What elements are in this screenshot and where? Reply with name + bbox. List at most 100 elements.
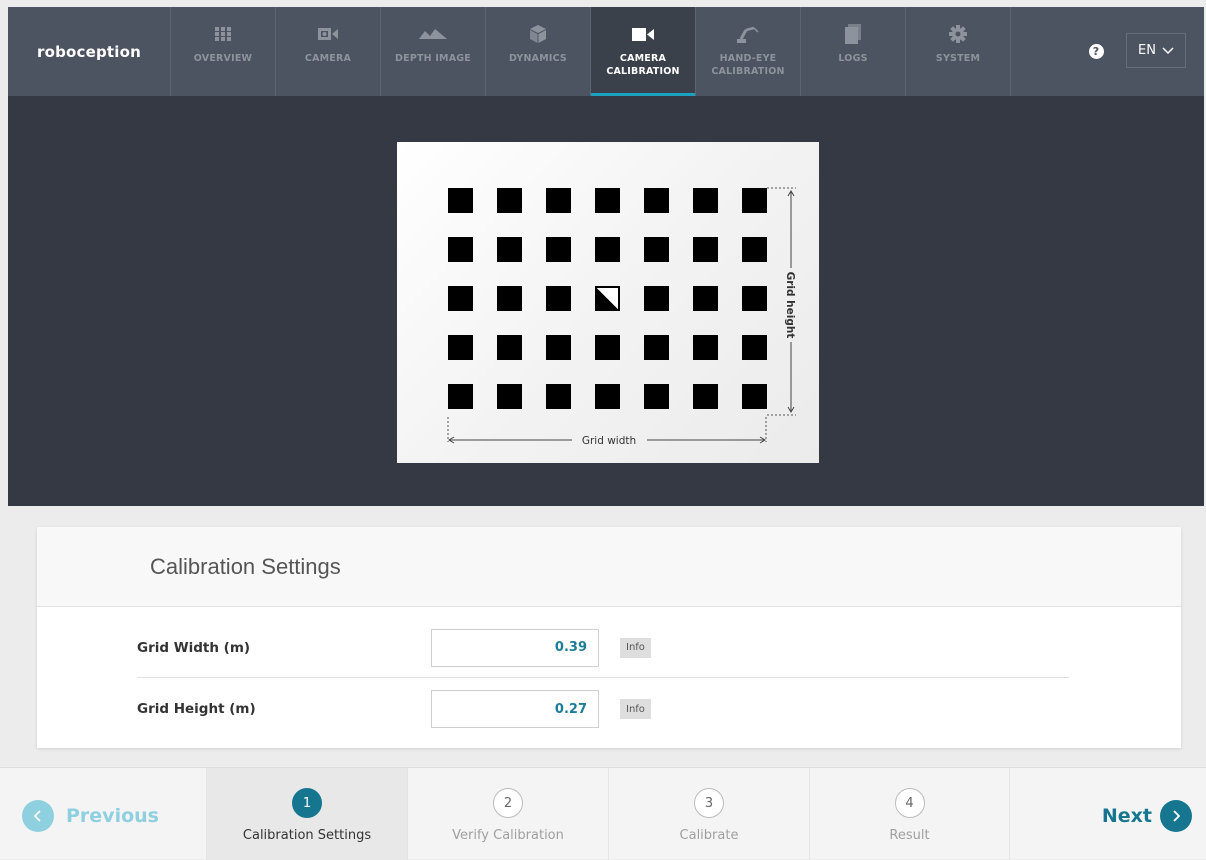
grid-square xyxy=(448,286,473,311)
grid-square xyxy=(546,384,571,409)
grid-square xyxy=(448,384,473,409)
grid-height-label-text: Grid Height (m) xyxy=(137,701,256,717)
grid-square xyxy=(595,384,620,409)
step-number: 2 xyxy=(493,788,523,818)
next-label: Next xyxy=(1101,805,1152,827)
previous-label: Previous xyxy=(66,805,159,827)
grid-width-info-button[interactable]: Info xyxy=(620,637,651,658)
nav-label: HAND-EYE CALIBRATION xyxy=(711,53,785,77)
grid-square xyxy=(546,335,571,360)
nav-depth-image[interactable]: DEPTH IMAGE xyxy=(381,7,486,96)
robot-arm-icon xyxy=(737,23,759,45)
nav-label: OVERVIEW xyxy=(193,53,253,64)
grid-icon xyxy=(215,23,231,45)
brand-logo[interactable]: roboception xyxy=(8,7,171,96)
help-icon: ? xyxy=(1088,44,1104,59)
file-icon xyxy=(845,23,861,45)
camera-icon xyxy=(318,23,338,45)
grid-square xyxy=(497,188,522,213)
grid-square xyxy=(448,188,473,213)
grid-width-label-text: Grid Width (m) xyxy=(137,639,251,656)
grid-square xyxy=(595,237,620,262)
step-label: Calibrate xyxy=(679,828,739,843)
chevron-down-icon xyxy=(1162,46,1174,54)
step-label: Result xyxy=(889,828,930,843)
grid-height-row: Grid Height (m) 0.27 Info xyxy=(137,679,1069,739)
nav-label: DEPTH IMAGE xyxy=(395,53,471,64)
wizard-step-2[interactable]: 2 Verify Calibration xyxy=(407,768,608,860)
grid-height-info-button[interactable]: Info xyxy=(620,699,651,719)
nav-system[interactable]: SYSTEM xyxy=(906,7,1011,96)
video-icon xyxy=(632,23,654,45)
step-number: 1 xyxy=(292,788,322,818)
depth-icon xyxy=(419,23,447,45)
nav-hand-eye-calibration[interactable]: HAND-EYE CALIBRATION xyxy=(696,7,801,96)
grid-width-row: Grid Width (m) 0.39 Info xyxy=(137,618,1069,678)
orientation-marker-square xyxy=(595,286,620,311)
grid-square xyxy=(448,237,473,262)
nav-label: DYNAMICS xyxy=(509,53,567,64)
wizard-step-1[interactable]: 1 Calibration Settings xyxy=(206,768,407,860)
next-button[interactable]: Next xyxy=(1102,800,1192,832)
grid-square xyxy=(742,237,767,262)
calibration-settings-card: Calibration Settings Grid Width (m) 0.39… xyxy=(37,527,1181,748)
chevron-left-icon xyxy=(22,800,54,832)
help-button[interactable]: ? xyxy=(1072,7,1120,96)
language-value: EN xyxy=(1138,43,1156,58)
grid-height-label: Grid height xyxy=(784,272,796,339)
step-number: 3 xyxy=(694,788,724,818)
cube-icon xyxy=(530,23,546,45)
nav-label: SYSTEM xyxy=(935,53,981,64)
grid-square xyxy=(497,335,522,360)
grid-square xyxy=(497,384,522,409)
grid-square xyxy=(644,237,669,262)
nav-label: LOGS xyxy=(838,53,868,64)
grid-square xyxy=(595,188,620,213)
grid-square xyxy=(742,188,767,213)
nav-label: CAMERA CALIBRATION xyxy=(606,53,680,77)
wizard-step-4[interactable]: 4 Result xyxy=(809,768,1010,860)
card-title: Calibration Settings xyxy=(150,553,341,579)
nav-camera-calibration[interactable]: CAMERA CALIBRATION xyxy=(591,7,696,96)
nav-dynamics[interactable]: DYNAMICS xyxy=(486,7,591,96)
grid-square xyxy=(497,286,522,311)
nav-label: CAMERA xyxy=(304,53,352,64)
grid-square xyxy=(742,384,767,409)
nav-camera[interactable]: CAMERA xyxy=(276,7,381,96)
grid-square xyxy=(546,188,571,213)
grid-square xyxy=(742,335,767,360)
grid-square xyxy=(595,335,620,360)
calibration-pattern-viewer: Grid width Grid height xyxy=(8,96,1204,506)
grid-square xyxy=(644,286,669,311)
step-number: 4 xyxy=(894,788,925,818)
grid-square xyxy=(644,188,669,213)
grid-square xyxy=(644,384,669,409)
grid-square xyxy=(448,335,473,360)
grid-square xyxy=(693,384,718,409)
grid-square xyxy=(644,335,669,360)
chevron-right-icon xyxy=(1160,800,1192,832)
language-select[interactable]: EN xyxy=(1126,33,1186,68)
previous-button[interactable]: Previous xyxy=(22,800,159,832)
step-label: Calibration Settings xyxy=(242,828,372,843)
nav-overview[interactable]: OVERVIEW xyxy=(171,7,276,96)
gear-icon xyxy=(949,23,967,45)
step-label: Verify Calibration xyxy=(452,828,564,843)
grid-width-input[interactable]: 0.39 xyxy=(431,628,599,667)
wizard-bar: Previous 1 Calibration Settings 2 Verify… xyxy=(0,767,1206,860)
grid-height-input[interactable]: 0.27 xyxy=(431,690,599,728)
grid-square xyxy=(693,286,718,311)
grid-square xyxy=(546,286,571,311)
grid-square xyxy=(693,237,718,262)
wizard-step-3[interactable]: 3 Calibrate xyxy=(608,768,809,860)
grid-square xyxy=(497,237,522,262)
top-navbar: roboception OVERVIEW CAMERA DEPTH IMAGE … xyxy=(8,7,1204,96)
calibration-grid-board: Grid width Grid height xyxy=(397,142,819,463)
grid-square xyxy=(693,335,718,360)
card-header: Calibration Settings xyxy=(37,527,1181,607)
grid-square xyxy=(693,188,718,213)
grid-width-label: Grid width xyxy=(582,435,636,447)
nav-logs[interactable]: LOGS xyxy=(801,7,906,96)
grid-square xyxy=(742,286,767,311)
